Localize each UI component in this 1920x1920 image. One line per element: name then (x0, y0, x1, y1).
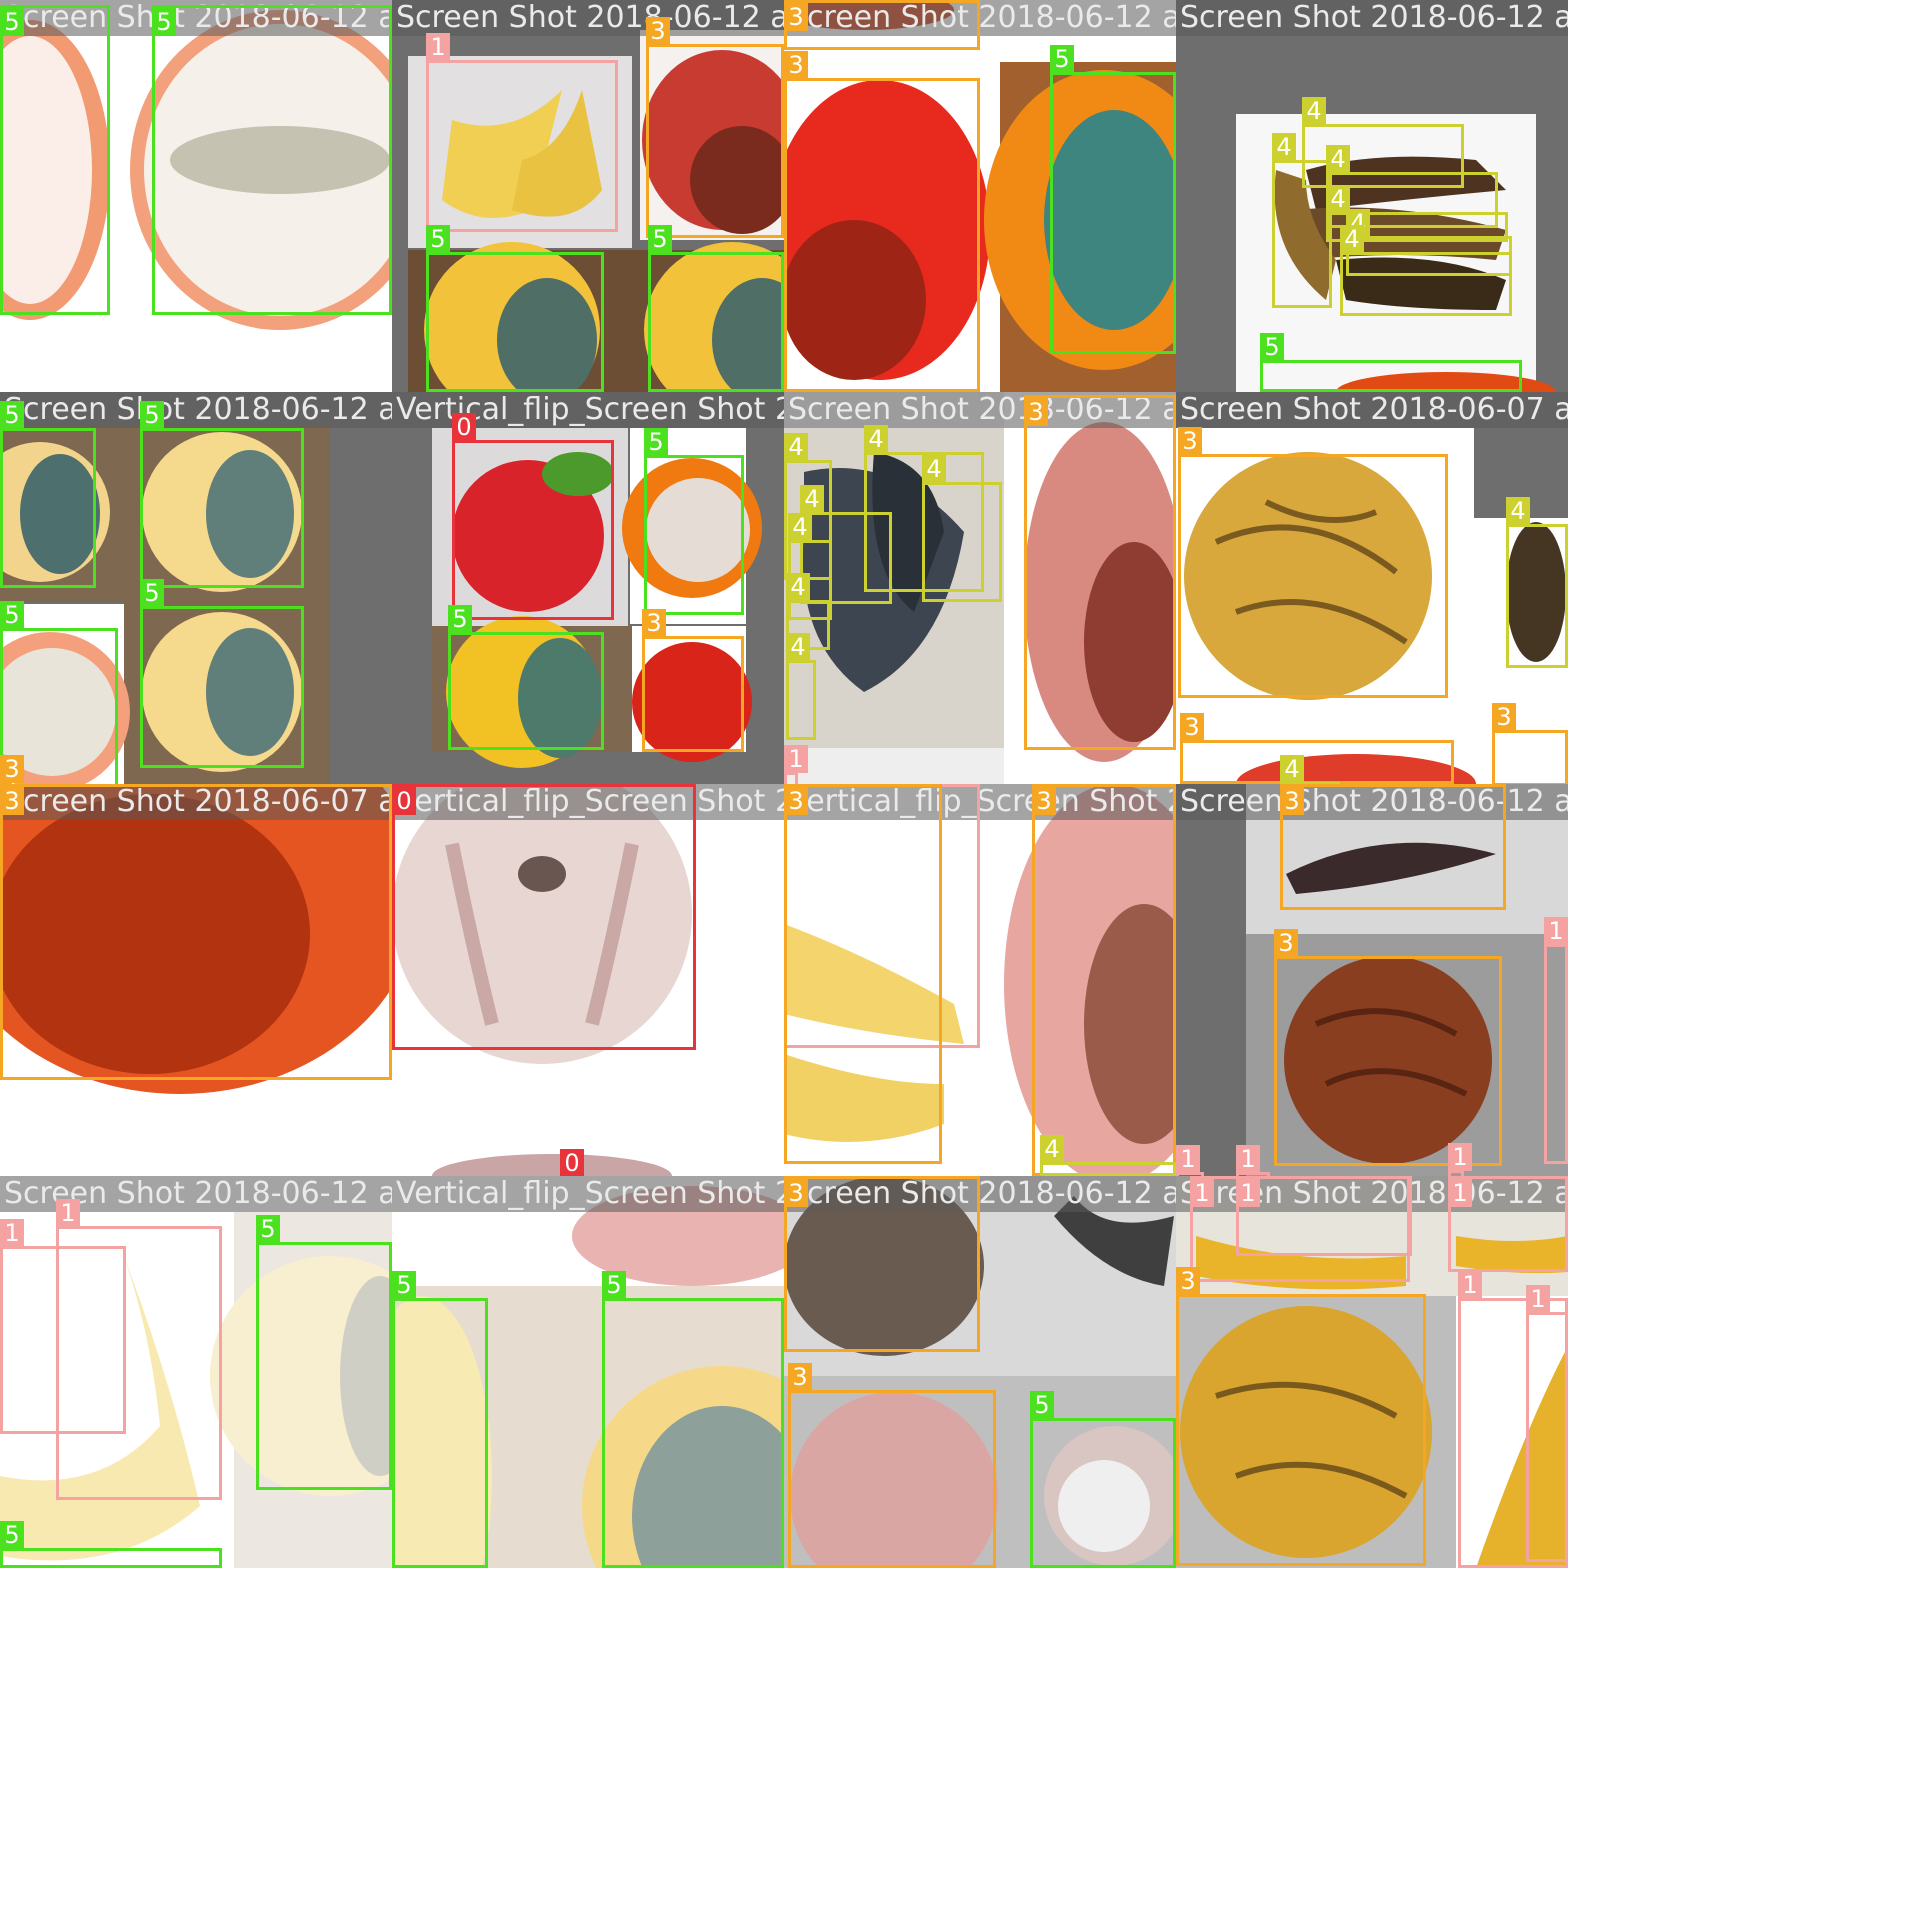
fruit-photo (0, 392, 392, 784)
fruit-photo (392, 784, 784, 1176)
mosaic-tile: Vertical_flip_Screen Shot 2018-06-12 at … (392, 784, 784, 1176)
mosaic-tile: Screen Shot 2018-06-12 at 8:52:11 PM.png… (1176, 1176, 1568, 1568)
mosaic-tile: Screen Shot 2018-06-07 at 13 (0, 784, 392, 1176)
mosaic-tile: Vertical_flip_Screen Shot 2018-06-12 at … (392, 392, 784, 784)
fruit-photo (0, 784, 392, 1176)
mosaic-tile: Screen Shot 2018-06-12 at 9:22:05 PM.png… (392, 0, 784, 392)
filename-banner: Screen Shot 2018-06-12 at 9:13:10 PM.png (1176, 0, 1568, 36)
filename-banner: Screen Shot 2018-06-12 at 1 (0, 0, 392, 36)
fruit-photo (0, 0, 392, 392)
mosaic-tile: Screen Shot 2018-06-12 at 155553 (0, 392, 392, 784)
training-batch-mosaic: Screen Shot 2018-06-12 at 155 Screen Sho… (0, 0, 1568, 1568)
mosaic-tile: Screen Shot 2018-06-12 at 91155 (0, 1176, 392, 1568)
filename-banner: Vertical_flip_Screen Shot 2018-06-12 at … (392, 784, 784, 820)
filename-banner: Screen Shot 2018-06-12 at 8:26:08 PM (784, 1176, 1176, 1212)
mosaic-tile: Screen Shot 2018-06-07 at 234334 (1176, 392, 1568, 784)
fruit-photo (1176, 0, 1568, 392)
filename-banner: Vertical_flip_Screen Shot 2018-06-07 (784, 784, 1176, 820)
mosaic-tile: Screen Shot 2018-06-12 at 9:13:10 PM.png… (1176, 0, 1568, 392)
filename-banner: Screen Shot 2018-06-07 at 2 (1176, 392, 1568, 428)
filename-banner: Screen Shot 2018-06-12 at 8:52:11 PM.png (1176, 1176, 1568, 1212)
fruit-photo (0, 1176, 392, 1568)
mosaic-tile: Vertical_flip_Screen Shot 2018-06-12 at … (392, 1176, 784, 1568)
fruit-photo (1176, 392, 1568, 784)
fruit-photo (1176, 784, 1568, 1176)
filename-banner: Screen Shot 2018-06-12 at 9:22:05 PM.png (392, 0, 784, 36)
fruit-photo (392, 0, 784, 392)
filename-banner: Screen Shot 2018-06-07 at 1 (0, 784, 392, 820)
filename-banner: Screen Shot 2018-06-12 at 9:58:50 PM.png (784, 0, 1176, 36)
mosaic-tile: Vertical_flip_Screen Shot 2018-06-071334 (784, 784, 1176, 1176)
fruit-photo (784, 1176, 1176, 1568)
filename-banner: Screen Shot 2018-06-12 at (1176, 784, 1568, 820)
filename-banner: Screen Shot 2018-06-12 at 9 (0, 1176, 392, 1212)
fruit-photo (1176, 1176, 1568, 1568)
fruit-photo (784, 392, 1176, 784)
mosaic-tile: Screen Shot 2018-06-12 at 155 (0, 0, 392, 392)
fruit-photo (392, 392, 784, 784)
fruit-photo (392, 1176, 784, 1568)
mosaic-tile: Screen Shot 2018-06-12 at 3 3 1 1 1 1 (1176, 784, 1568, 1176)
filename-banner: Screen Shot 2018-06-12 at 8:52:48 PM (784, 392, 1176, 428)
mosaic-tile: Screen Shot 2018-06-12 at 9:58:50 PM.png… (784, 0, 1176, 392)
mosaic-tile: Screen Shot 2018-06-12 at 8:52:48 PM4444… (784, 392, 1176, 784)
mosaic-tile: Screen Shot 2018-06-12 at 8:26:08 PM335 (784, 1176, 1176, 1568)
filename-banner: Vertical_flip_Screen Shot 2018-06-12 at … (392, 1176, 784, 1212)
filename-banner: Vertical_flip_Screen Shot 2018-06-12 at … (392, 392, 784, 428)
filename-banner: Screen Shot 2018-06-12 at 1 (0, 392, 392, 428)
fruit-photo (784, 0, 1176, 392)
fruit-photo (784, 784, 1176, 1176)
